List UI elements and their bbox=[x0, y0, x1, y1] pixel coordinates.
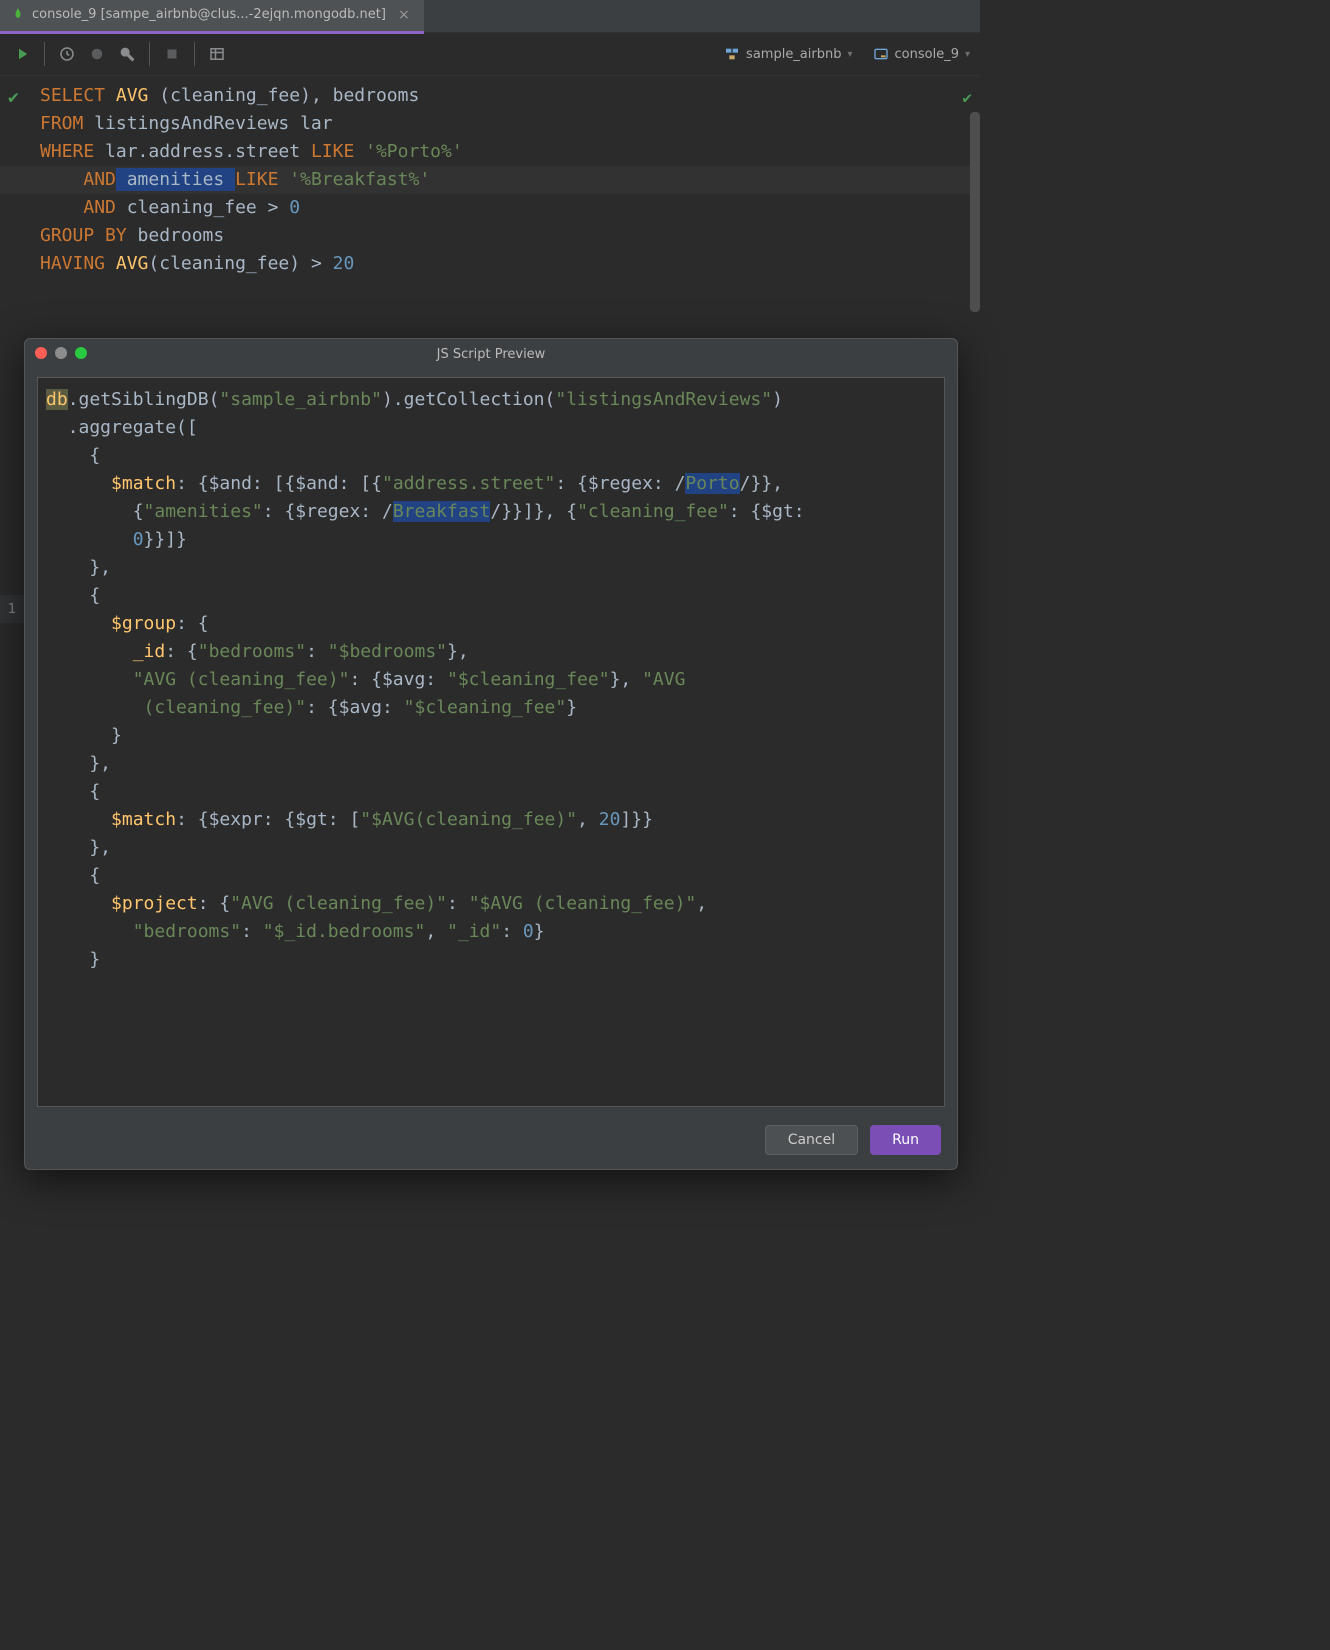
sql-editor[interactable]: ✔ ✔ SELECT AVG (cleaning_fee), bedrooms … bbox=[0, 76, 980, 278]
console-icon bbox=[873, 46, 889, 62]
transaction-icon[interactable] bbox=[85, 42, 109, 66]
separator bbox=[149, 42, 150, 66]
history-icon[interactable] bbox=[55, 42, 79, 66]
window-controls[interactable] bbox=[35, 347, 87, 359]
console-label: console_9 bbox=[895, 47, 959, 62]
close-icon[interactable]: × bbox=[398, 7, 410, 23]
minimize-window-icon bbox=[55, 347, 67, 359]
separator bbox=[44, 42, 45, 66]
mongodb-leaf-icon bbox=[12, 7, 24, 23]
zoom-window-icon[interactable] bbox=[75, 347, 87, 359]
run-button[interactable] bbox=[10, 42, 34, 66]
console-breadcrumb[interactable]: console_9 ▾ bbox=[873, 46, 970, 62]
run-button[interactable]: Run bbox=[870, 1125, 941, 1155]
js-preview-editor[interactable]: db.getSiblingDB("sample_airbnb").getColl… bbox=[37, 377, 945, 1107]
tab-bar: console_9 [sampe_airbnb@clus...-2ejqn.mo… bbox=[0, 0, 980, 33]
schema-breadcrumb[interactable]: sample_airbnb ▾ bbox=[724, 46, 852, 62]
schema-label: sample_airbnb bbox=[746, 47, 841, 62]
chevron-down-icon: ▾ bbox=[847, 49, 852, 60]
dialog-buttons: Cancel Run bbox=[25, 1115, 957, 1169]
result-row-number: 1 bbox=[0, 595, 24, 623]
wrench-icon[interactable] bbox=[115, 42, 139, 66]
table-icon[interactable] bbox=[205, 42, 229, 66]
schema-icon bbox=[724, 46, 740, 62]
stop-icon[interactable] bbox=[160, 42, 184, 66]
close-window-icon[interactable] bbox=[35, 347, 47, 359]
js-preview-dialog: JS Script Preview db.getSiblingDB("sampl… bbox=[24, 338, 958, 1170]
editor-tab[interactable]: console_9 [sampe_airbnb@clus...-2ejqn.mo… bbox=[0, 0, 424, 34]
dialog-titlebar[interactable]: JS Script Preview bbox=[25, 339, 957, 369]
gutter-check-icon: ✔ bbox=[8, 84, 19, 112]
separator bbox=[194, 42, 195, 66]
dialog-title: JS Script Preview bbox=[437, 347, 546, 362]
chevron-down-icon: ▾ bbox=[965, 49, 970, 60]
scrollbar[interactable] bbox=[970, 112, 980, 312]
toolbar: sample_airbnb ▾ console_9 ▾ bbox=[0, 33, 980, 76]
tab-title: console_9 [sampe_airbnb@clus...-2ejqn.mo… bbox=[32, 7, 386, 22]
cancel-button[interactable]: Cancel bbox=[765, 1125, 858, 1155]
inspection-check-icon: ✔ bbox=[962, 84, 972, 112]
